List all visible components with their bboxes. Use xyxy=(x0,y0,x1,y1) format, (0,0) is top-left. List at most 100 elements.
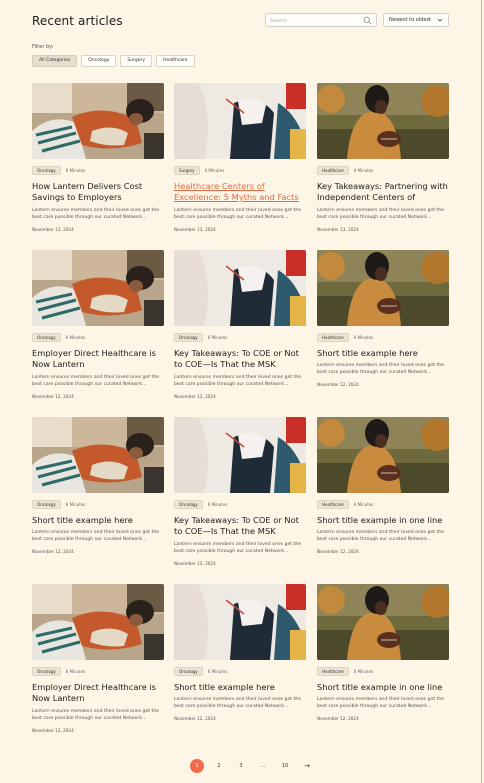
article-date: November 13, 2024 xyxy=(32,227,74,232)
search-icon[interactable] xyxy=(363,16,372,25)
category-tag: Healthcare xyxy=(317,333,349,342)
header: Recent articles Newest to oldest xyxy=(32,13,450,29)
chip-all-categories[interactable]: All Categories xyxy=(32,55,78,67)
article-thumbnail[interactable] xyxy=(317,584,449,660)
article-meta: Healthcare 6 Minutes xyxy=(317,333,373,342)
article-thumbnail[interactable] xyxy=(32,417,164,493)
chevron-down-icon xyxy=(437,18,443,22)
article-thumbnail[interactable] xyxy=(174,584,306,660)
article-title[interactable]: Employer Direct Healthcare is Now Lanter… xyxy=(32,348,164,370)
couch-photo xyxy=(32,584,164,660)
category-tag: Healthcare xyxy=(317,667,349,676)
read-time: 6 Minutes xyxy=(204,168,225,173)
article-title[interactable]: Healthcare Centers of Excellence: 5 Myth… xyxy=(174,181,306,203)
article-title[interactable]: How Lantern Delivers Cost Savings to Emp… xyxy=(32,181,164,203)
article-thumbnail[interactable] xyxy=(174,250,306,326)
article-date: November 12, 2024 xyxy=(174,394,216,399)
category-tag: Oncology xyxy=(32,333,61,342)
chip-oncology[interactable]: Oncology xyxy=(81,55,117,67)
article-date: November 12, 2024 xyxy=(317,549,359,554)
article-thumbnail[interactable] xyxy=(317,417,449,493)
chip-healthcare[interactable]: Healthcare xyxy=(156,55,195,67)
sort-label: Newest to oldest xyxy=(389,17,432,23)
article-description: Lantern ensures members and their loved … xyxy=(174,542,302,554)
article-description: Lantern ensures members and their loved … xyxy=(317,530,445,542)
article-description: Lantern ensures members and their loved … xyxy=(32,709,160,721)
filter-label: Filter by: xyxy=(32,44,54,50)
article-date: November 12, 2024 xyxy=(32,549,74,554)
read-time: 6 Minutes xyxy=(65,168,86,173)
category-tag: Oncology xyxy=(32,166,61,175)
doctor-photo xyxy=(174,417,306,493)
read-time: 6 Minutes xyxy=(65,502,86,507)
doctor-photo xyxy=(174,83,306,159)
doctor-photo xyxy=(174,584,306,660)
article-description: Lantern ensures members and their loved … xyxy=(317,697,445,709)
search-box[interactable] xyxy=(265,13,377,27)
sort-dropdown[interactable]: Newest to oldest xyxy=(383,13,449,27)
article-title[interactable]: Key Takeaways: Partnering with Independe… xyxy=(317,181,449,203)
read-time: 6 Minutes xyxy=(65,335,86,340)
article-meta: Oncology 6 Minutes xyxy=(32,333,85,342)
article-thumbnail[interactable] xyxy=(317,250,449,326)
page-ellipsis: ... xyxy=(260,763,266,769)
couch-photo xyxy=(32,83,164,159)
article-date: November 12, 2024 xyxy=(317,382,359,387)
page-button[interactable]: 3 xyxy=(234,759,248,773)
page-button-current[interactable]: 1 xyxy=(190,759,204,773)
chip-surgery[interactable]: Surgery xyxy=(120,55,153,67)
read-time: 6 Minutes xyxy=(207,502,228,507)
couch-photo xyxy=(32,250,164,326)
article-description: Lantern ensures members and their loved … xyxy=(32,375,160,387)
article-meta: Oncology 6 Minutes xyxy=(32,500,85,509)
article-meta: Oncology 6 Minutes xyxy=(32,667,85,676)
article-title[interactable]: Short title example here xyxy=(32,515,164,526)
category-tag: Oncology xyxy=(32,500,61,509)
article-title[interactable]: Key Takeaways: To COE or Not to COE—Is T… xyxy=(174,515,306,537)
article-thumbnail[interactable] xyxy=(174,83,306,159)
read-time: 6 Minutes xyxy=(353,168,374,173)
article-date: November 12, 2024 xyxy=(174,716,216,721)
article-title[interactable]: Key Takeaways: To COE or Not to COE—Is T… xyxy=(174,348,306,370)
article-description: Lantern ensures members and their loved … xyxy=(174,697,302,709)
pagination: 1 2 3 ... 10 → xyxy=(190,759,314,773)
article-thumbnail[interactable] xyxy=(317,83,449,159)
article-description: Lantern ensures members and their loved … xyxy=(317,363,445,375)
category-tag: Oncology xyxy=(174,667,203,676)
article-thumbnail[interactable] xyxy=(32,83,164,159)
football-photo xyxy=(317,83,449,159)
article-meta: Healthcare 6 Minutes xyxy=(317,667,373,676)
read-time: 6 Minutes xyxy=(207,335,228,340)
article-thumbnail[interactable] xyxy=(32,584,164,660)
article-description: Lantern ensures members and their loved … xyxy=(174,375,302,387)
category-tag: Surgery xyxy=(174,166,200,175)
recent-articles-page: Recent articles Newest to oldest Filter … xyxy=(0,0,482,783)
article-title[interactable]: Short title example in one line xyxy=(317,682,449,693)
article-title[interactable]: Short title example here xyxy=(317,348,449,359)
category-tag: Oncology xyxy=(174,333,203,342)
article-description: Lantern ensures members and their loved … xyxy=(32,208,160,220)
page-button[interactable]: 2 xyxy=(212,759,226,773)
search-input[interactable] xyxy=(270,15,358,26)
page-button[interactable]: 10 xyxy=(278,759,292,773)
article-title[interactable]: Employer Direct Healthcare is Now Lanter… xyxy=(32,682,164,704)
article-date: November 13, 2024 xyxy=(174,227,216,232)
category-tag: Oncology xyxy=(174,500,203,509)
read-time: 6 Minutes xyxy=(65,669,86,674)
article-description: Lantern ensures members and their loved … xyxy=(317,208,445,220)
article-meta: Oncology 6 Minutes xyxy=(32,166,85,175)
article-thumbnail[interactable] xyxy=(32,250,164,326)
article-date: November 12, 2024 xyxy=(174,561,216,566)
category-tag: Healthcare xyxy=(317,166,349,175)
article-date: November 12, 2024 xyxy=(32,728,74,733)
category-tag: Healthcare xyxy=(317,500,349,509)
football-photo xyxy=(317,250,449,326)
article-title[interactable]: Short title example in one line xyxy=(317,515,449,526)
football-photo xyxy=(317,584,449,660)
article-title[interactable]: Short title example here xyxy=(174,682,306,693)
article-thumbnail[interactable] xyxy=(174,417,306,493)
page-title: Recent articles xyxy=(32,14,123,28)
article-date: November 12, 2024 xyxy=(317,716,359,721)
arrow-right-icon[interactable]: → xyxy=(300,759,314,773)
article-meta: Oncology 6 Minutes xyxy=(174,333,227,342)
